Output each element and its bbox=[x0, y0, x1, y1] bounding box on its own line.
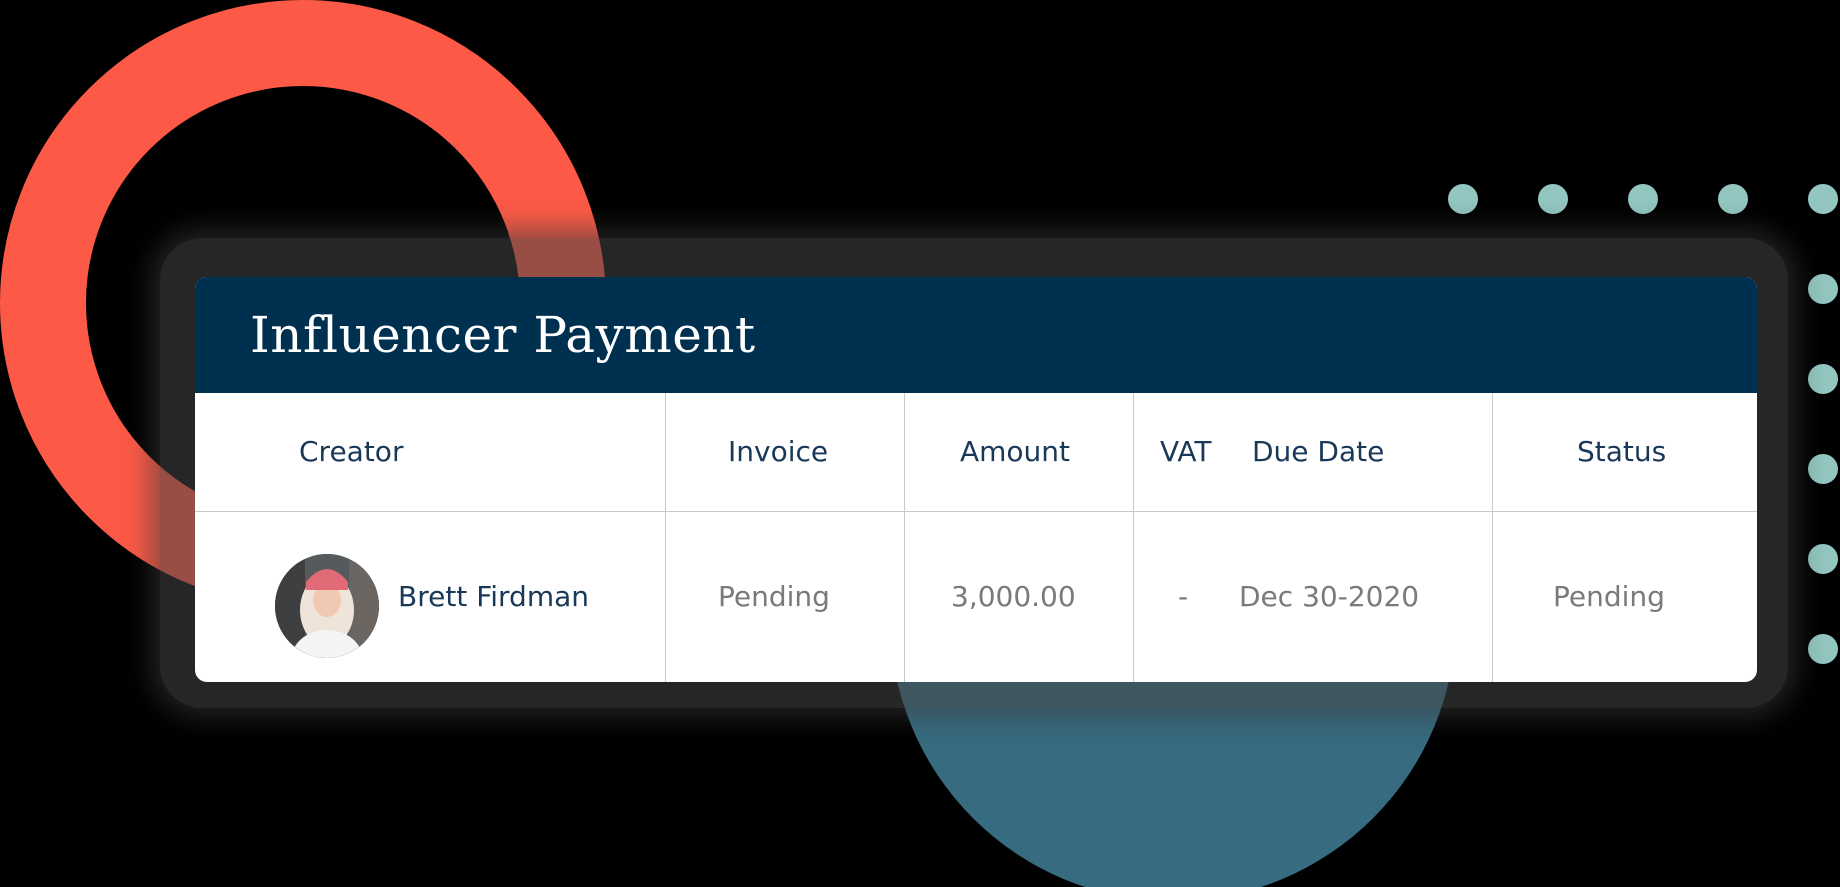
vat-value: - bbox=[1178, 580, 1189, 613]
invoice-status: Pending bbox=[718, 580, 830, 613]
decorative-dot bbox=[1808, 634, 1838, 664]
creator-avatar[interactable] bbox=[275, 554, 379, 658]
column-divider bbox=[665, 393, 666, 682]
column-header-invoice[interactable]: Invoice bbox=[728, 393, 828, 511]
column-header-due-date[interactable]: Due Date bbox=[1252, 393, 1384, 511]
decorative-dot bbox=[1718, 184, 1748, 214]
decorative-dot bbox=[1808, 454, 1838, 484]
decorative-dot bbox=[1628, 184, 1658, 214]
column-divider bbox=[1133, 393, 1134, 682]
stage: Influencer Payment Creator Invoice Amoun… bbox=[0, 0, 1840, 887]
due-date-value: Dec 30-2020 bbox=[1239, 580, 1420, 613]
decorative-dot bbox=[1808, 274, 1838, 304]
column-header-creator[interactable]: Creator bbox=[299, 393, 403, 511]
card-header: Influencer Payment bbox=[195, 277, 1757, 393]
decorative-dot bbox=[1808, 544, 1838, 574]
decorative-dot bbox=[1808, 364, 1838, 394]
column-header-status[interactable]: Status bbox=[1577, 393, 1666, 511]
avatar-image bbox=[275, 554, 379, 658]
decorative-dot bbox=[1448, 184, 1478, 214]
influencer-payment-card: Influencer Payment Creator Invoice Amoun… bbox=[195, 277, 1757, 682]
payment-status: Pending bbox=[1553, 580, 1665, 613]
decorative-dot bbox=[1538, 184, 1568, 214]
decorative-dot bbox=[1808, 184, 1838, 214]
payments-table: Creator Invoice Amount VAT Due Date Stat… bbox=[195, 393, 1757, 682]
amount-value: 3,000.00 bbox=[951, 580, 1076, 613]
creator-name[interactable]: Brett Firdman bbox=[398, 511, 589, 682]
column-header-vat[interactable]: VAT bbox=[1160, 393, 1211, 511]
column-divider bbox=[904, 393, 905, 682]
card-title: Influencer Payment bbox=[250, 306, 756, 364]
column-divider bbox=[1492, 393, 1493, 682]
column-header-amount[interactable]: Amount bbox=[960, 393, 1070, 511]
